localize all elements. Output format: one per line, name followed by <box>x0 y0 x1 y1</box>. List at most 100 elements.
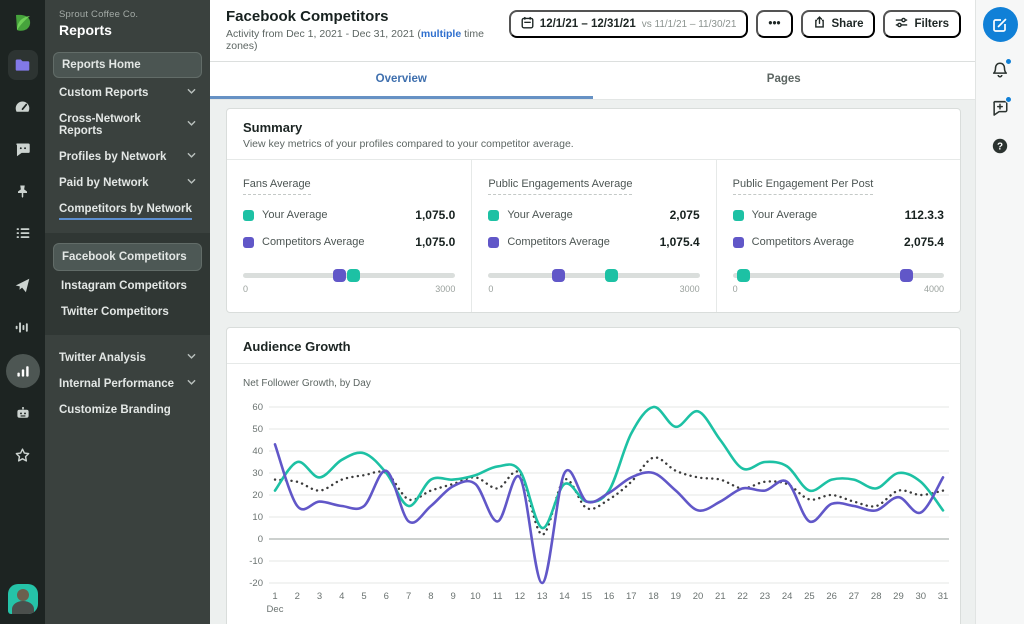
x-tick-label: 5 <box>361 591 366 602</box>
competitors-average-label: Competitors Average <box>262 236 365 248</box>
chevron-down-icon <box>187 87 196 99</box>
tab-overview[interactable]: Overview <box>210 62 593 99</box>
your-average-label: Your Average <box>262 209 328 221</box>
x-tick-label: 26 <box>826 591 837 602</box>
slider-min-label: 0 <box>732 284 738 294</box>
share-label: Share <box>831 18 864 30</box>
sidebar-item-internal-performance[interactable]: Internal Performance <box>53 371 202 397</box>
notification-dot <box>1005 58 1012 65</box>
purple-slider-handle[interactable] <box>899 269 913 282</box>
listening-wave-icon[interactable] <box>8 312 38 342</box>
summary-metric-columns: Fans Average Your Average 1,075.0 Competito… <box>227 160 960 312</box>
plans-folder-icon[interactable] <box>7 50 38 80</box>
your-average-label: Your Average <box>751 209 818 221</box>
teal-slider-handle[interactable] <box>347 269 361 282</box>
multiple-timezones-link[interactable]: multiple <box>421 28 461 40</box>
slider-max-label: 4000 <box>923 284 944 294</box>
competitors-average-value: 1,075.0 <box>415 235 456 249</box>
y-tick-label: 30 <box>252 468 263 479</box>
series-competitors-average <box>273 443 945 585</box>
sidebar-item-reports-home[interactable]: Reports Home <box>53 52 202 78</box>
avatar-body <box>12 601 34 614</box>
sidebar-item-instagram-competitors[interactable]: Instagram Competitors <box>53 273 202 299</box>
x-tick-label: 30 <box>915 591 926 602</box>
sidebar-item-cross-network-reports[interactable]: Cross-Network Reports <box>53 106 202 144</box>
metric-name[interactable]: Public Engagements Average <box>488 178 633 195</box>
x-tick-label: 28 <box>871 591 882 602</box>
series-dotted-benchmark <box>273 456 945 536</box>
x-tick-label: 7 <box>406 591 411 602</box>
chevron-down-icon <box>187 177 196 189</box>
teal-legend-swatch <box>732 209 744 221</box>
sidebar-item-label: Twitter Competitors <box>61 306 169 318</box>
your-average-row: Your Average 112.3.3 <box>732 208 944 222</box>
sidebar-item-label: Profiles by Network <box>59 151 167 163</box>
audience-growth-card: Audience Growth Net Follower Growth, by … <box>226 327 961 624</box>
x-tick-label: 17 <box>626 591 637 602</box>
help-icon[interactable]: ? <box>988 134 1012 158</box>
competitors-average-row: Competitors Average 2,075.4 <box>732 235 944 249</box>
summary-metric-fans-average: Fans Average Your Average 1,075.0 Competito… <box>227 160 471 312</box>
summary-title: Summary <box>243 120 303 135</box>
publishing-plane-icon[interactable] <box>8 270 38 300</box>
your-average-value: 112.3.3 <box>904 208 944 222</box>
messages-bubble-icon[interactable] <box>988 96 1012 120</box>
user-avatar[interactable] <box>8 584 38 614</box>
sidebar-item-label: Internal Performance <box>59 378 175 390</box>
pin-icon[interactable] <box>8 176 38 206</box>
sidebar-item-custom-reports[interactable]: Custom Reports <box>53 80 202 106</box>
sidebar-item-label: Customize Branding <box>59 404 171 416</box>
x-tick-label: 1 <box>272 591 277 602</box>
x-tick-label: 14 <box>559 591 570 602</box>
competitors-average-label: Competitors Average <box>507 236 610 248</box>
dashboard-gauge-icon[interactable] <box>8 92 38 122</box>
share-button[interactable]: Share <box>800 10 876 38</box>
feeds-list-icon[interactable] <box>8 218 38 248</box>
share-icon <box>813 16 826 32</box>
teal-slider-handle[interactable] <box>604 269 618 282</box>
more-options-button[interactable]: ••• <box>756 10 793 38</box>
purple-slider-handle[interactable] <box>332 269 346 282</box>
audience-growth-title: Audience Growth <box>243 339 351 354</box>
notifications-bell-icon[interactable] <box>988 58 1012 82</box>
ellipsis-icon: ••• <box>768 18 781 30</box>
your-average-value: 2,075 <box>669 208 700 222</box>
tab-pages[interactable]: Pages <box>593 62 976 99</box>
y-tick-label: 0 <box>258 534 263 545</box>
teal-slider-handle[interactable] <box>737 269 751 282</box>
your-average-label: Your Average <box>507 209 573 221</box>
svg-text:?: ? <box>997 142 1003 153</box>
filters-button[interactable]: Filters <box>883 10 961 38</box>
app-window: Sprout Coffee Co. Reports Reports Home Cu… <box>0 0 1024 624</box>
reports-bars-icon[interactable] <box>5 354 40 388</box>
sidebar-item-twitter-analysis[interactable]: Twitter Analysis <box>53 345 202 371</box>
sidebar-nav-list: Reports Home Custom Reports Cross-Network … <box>45 48 210 423</box>
workspace-name: Sprout Coffee Co. <box>59 9 139 20</box>
sidebar-item-facebook-competitors[interactable]: Facebook Competitors <box>53 243 202 271</box>
competitors-sub-panel: Facebook Competitors Instagram Competitor… <box>45 233 210 335</box>
inbox-bubble-icon[interactable] <box>8 134 38 164</box>
purple-legend-swatch <box>732 236 744 248</box>
sidebar-item-customize-branding[interactable]: Customize Branding <box>53 397 202 423</box>
line-chart-svg[interactable]: 6050403020100-10-201 2 3 4 5 6 7 8 9 10 11 12 13 14 15… <box>237 395 967 624</box>
x-tick-label: 20 <box>693 591 704 602</box>
sidebar-item-profiles-by-network[interactable]: Profiles by Network <box>53 144 202 170</box>
avatar-head <box>17 589 29 601</box>
purple-legend-swatch <box>243 236 254 248</box>
summary-card: Summary View key metrics of your profile… <box>226 108 961 313</box>
x-tick-label: 11 <box>493 591 503 602</box>
competitors-average-value: 2,075.4 <box>903 235 944 249</box>
sidebar-item-paid-by-network[interactable]: Paid by Network <box>53 170 202 196</box>
compose-button[interactable] <box>982 7 1018 42</box>
metric-name[interactable]: Public Engagement Per Post <box>732 178 874 195</box>
purple-slider-handle[interactable] <box>552 269 566 282</box>
sidebar-item-competitors-by-network[interactable]: Competitors by Network <box>53 196 202 227</box>
date-range-button[interactable]: 12/1/21 – 12/31/21 vs 11/1/21 – 11/30/21 <box>508 10 749 38</box>
automation-bot-icon[interactable] <box>8 398 38 428</box>
metric-name[interactable]: Fans Average <box>243 178 311 195</box>
premium-star-icon[interactable] <box>8 440 38 470</box>
sprout-logo-icon[interactable] <box>8 8 38 38</box>
sidebar-item-twitter-competitors[interactable]: Twitter Competitors <box>53 299 202 325</box>
messages-dot <box>1005 96 1012 103</box>
x-tick-label: 24 <box>782 591 793 602</box>
